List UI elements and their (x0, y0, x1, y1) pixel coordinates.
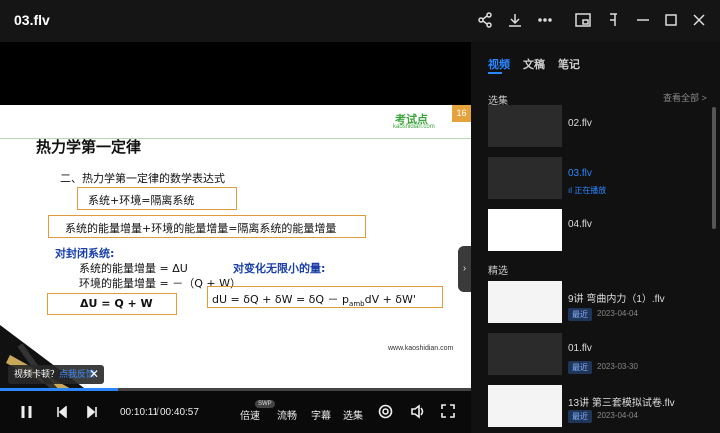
tab-video[interactable]: 视频 (488, 56, 510, 72)
download-icon[interactable] (506, 11, 524, 29)
featured-thumbnail[interactable] (488, 385, 562, 427)
recent-badge: 最近 (568, 308, 592, 321)
pause-icon[interactable] (19, 404, 35, 423)
collapse-panel-button[interactable]: › (458, 246, 471, 292)
slide-line-1: 二、热力学第一定律的数学表达式 (60, 172, 225, 185)
toast-close-icon[interactable]: ✕ (89, 365, 99, 384)
maximize-icon[interactable] (662, 11, 680, 29)
view-all-link[interactable]: 查看全部 > (663, 91, 707, 104)
slide-eq-2: dU = δQ + δW = δQ － pambdV + δW' (212, 291, 416, 308)
featured-thumbnail[interactable] (488, 333, 562, 375)
slide-eq-2-tail: dV + δW' (364, 293, 416, 306)
tab-transcript[interactable]: 文稿 (523, 56, 545, 72)
featured-thumbnail[interactable] (488, 281, 562, 323)
episode-title-04[interactable]: 04.flv (568, 219, 592, 230)
slide-box-2-text: 系统的能量增量+环境的能量增量=隔离系统的能量增量 (65, 222, 337, 235)
slide-box-1-text: 系统+环境=隔离系统 (88, 194, 195, 207)
time-total: 00:40:57 (160, 407, 199, 418)
episode-thumbnail[interactable] (488, 157, 562, 199)
episodes-button[interactable]: 选集 (343, 407, 363, 422)
share-icon[interactable] (476, 11, 494, 29)
fullscreen-icon[interactable] (441, 404, 455, 421)
now-playing-label: ıl 正在播放 (568, 185, 606, 196)
stutter-feedback-toast: 视频卡顿？点我反馈 ✕ (8, 365, 104, 384)
subtitle-button[interactable]: 字幕 (311, 407, 331, 422)
danmaku-icon[interactable] (378, 404, 393, 422)
slide-logo-sub: kaoshidian.com (393, 124, 435, 130)
episode-thumbnail[interactable] (488, 209, 562, 251)
time-current: 00:10:11 (120, 407, 159, 418)
player-controls: 00:10:11 / 00:40:57 倍速 流畅 字幕 选集 (0, 391, 471, 433)
slide-closed-title: 对封闭系统: (55, 247, 115, 260)
section-featured: 精选 (488, 266, 508, 277)
slide-infinitesimal: 对变化无限小的量: (233, 262, 326, 275)
speed-badge: SWP (255, 400, 275, 408)
quality-button[interactable]: 流畅 (277, 407, 297, 422)
active-tab-indicator (488, 72, 502, 74)
next-icon[interactable] (86, 405, 98, 421)
recent-badge: 最近 (568, 410, 592, 423)
panel-scrollbar[interactable] (712, 107, 716, 229)
title-bar: 03.flv (0, 0, 720, 42)
episode-title-03[interactable]: 03.flv (568, 168, 592, 179)
slide-page-number: 16 (452, 105, 471, 122)
slide-eq-2-main: dU = δQ + δW = δQ － p (212, 293, 350, 306)
episode-title-02[interactable]: 02.flv (568, 118, 592, 129)
episode-thumbnail[interactable] (488, 105, 562, 147)
featured-date-3: 2023-04-04 (597, 411, 638, 420)
time-separator: / (156, 407, 159, 418)
recent-badge: 最近 (568, 361, 592, 374)
close-icon[interactable] (690, 11, 708, 29)
pin-icon[interactable] (604, 11, 622, 29)
tab-notes[interactable]: 笔记 (558, 56, 580, 72)
featured-title-2[interactable]: 01.flv (568, 343, 592, 354)
slide-closed-line-1: 系统的能量增量 = ΔU (79, 262, 188, 275)
slide-eq-2-sub: amb (349, 300, 365, 309)
more-icon[interactable] (536, 11, 554, 29)
slide-title: 热力学第一定律 (36, 138, 142, 156)
featured-date-2: 2023-03-30 (597, 362, 638, 371)
now-playing-text: 正在播放 (574, 186, 607, 195)
featured-date-1: 2023-04-04 (597, 309, 638, 318)
previous-icon[interactable] (56, 405, 68, 421)
window-title: 03.flv (14, 12, 50, 28)
volume-icon[interactable] (410, 404, 426, 422)
video-player[interactable]: 考试点 kaoshidian.com 16 热力学第一定律 二、热力学第一定律的… (0, 42, 471, 390)
slide-frame: 考试点 kaoshidian.com 16 热力学第一定律 二、热力学第一定律的… (0, 105, 471, 390)
featured-title-3[interactable]: 13讲 第三套模拟试卷.flv (568, 394, 675, 409)
picture-in-picture-icon[interactable] (574, 11, 592, 29)
toast-text: 视频卡顿？ (14, 369, 60, 379)
featured-title-1[interactable]: 9讲 弯曲内力（1）.flv (568, 290, 665, 305)
speed-button[interactable]: 倍速 (240, 407, 260, 422)
slide-url: www.kaoshidian.com (388, 345, 454, 352)
minimize-icon[interactable] (634, 11, 652, 29)
